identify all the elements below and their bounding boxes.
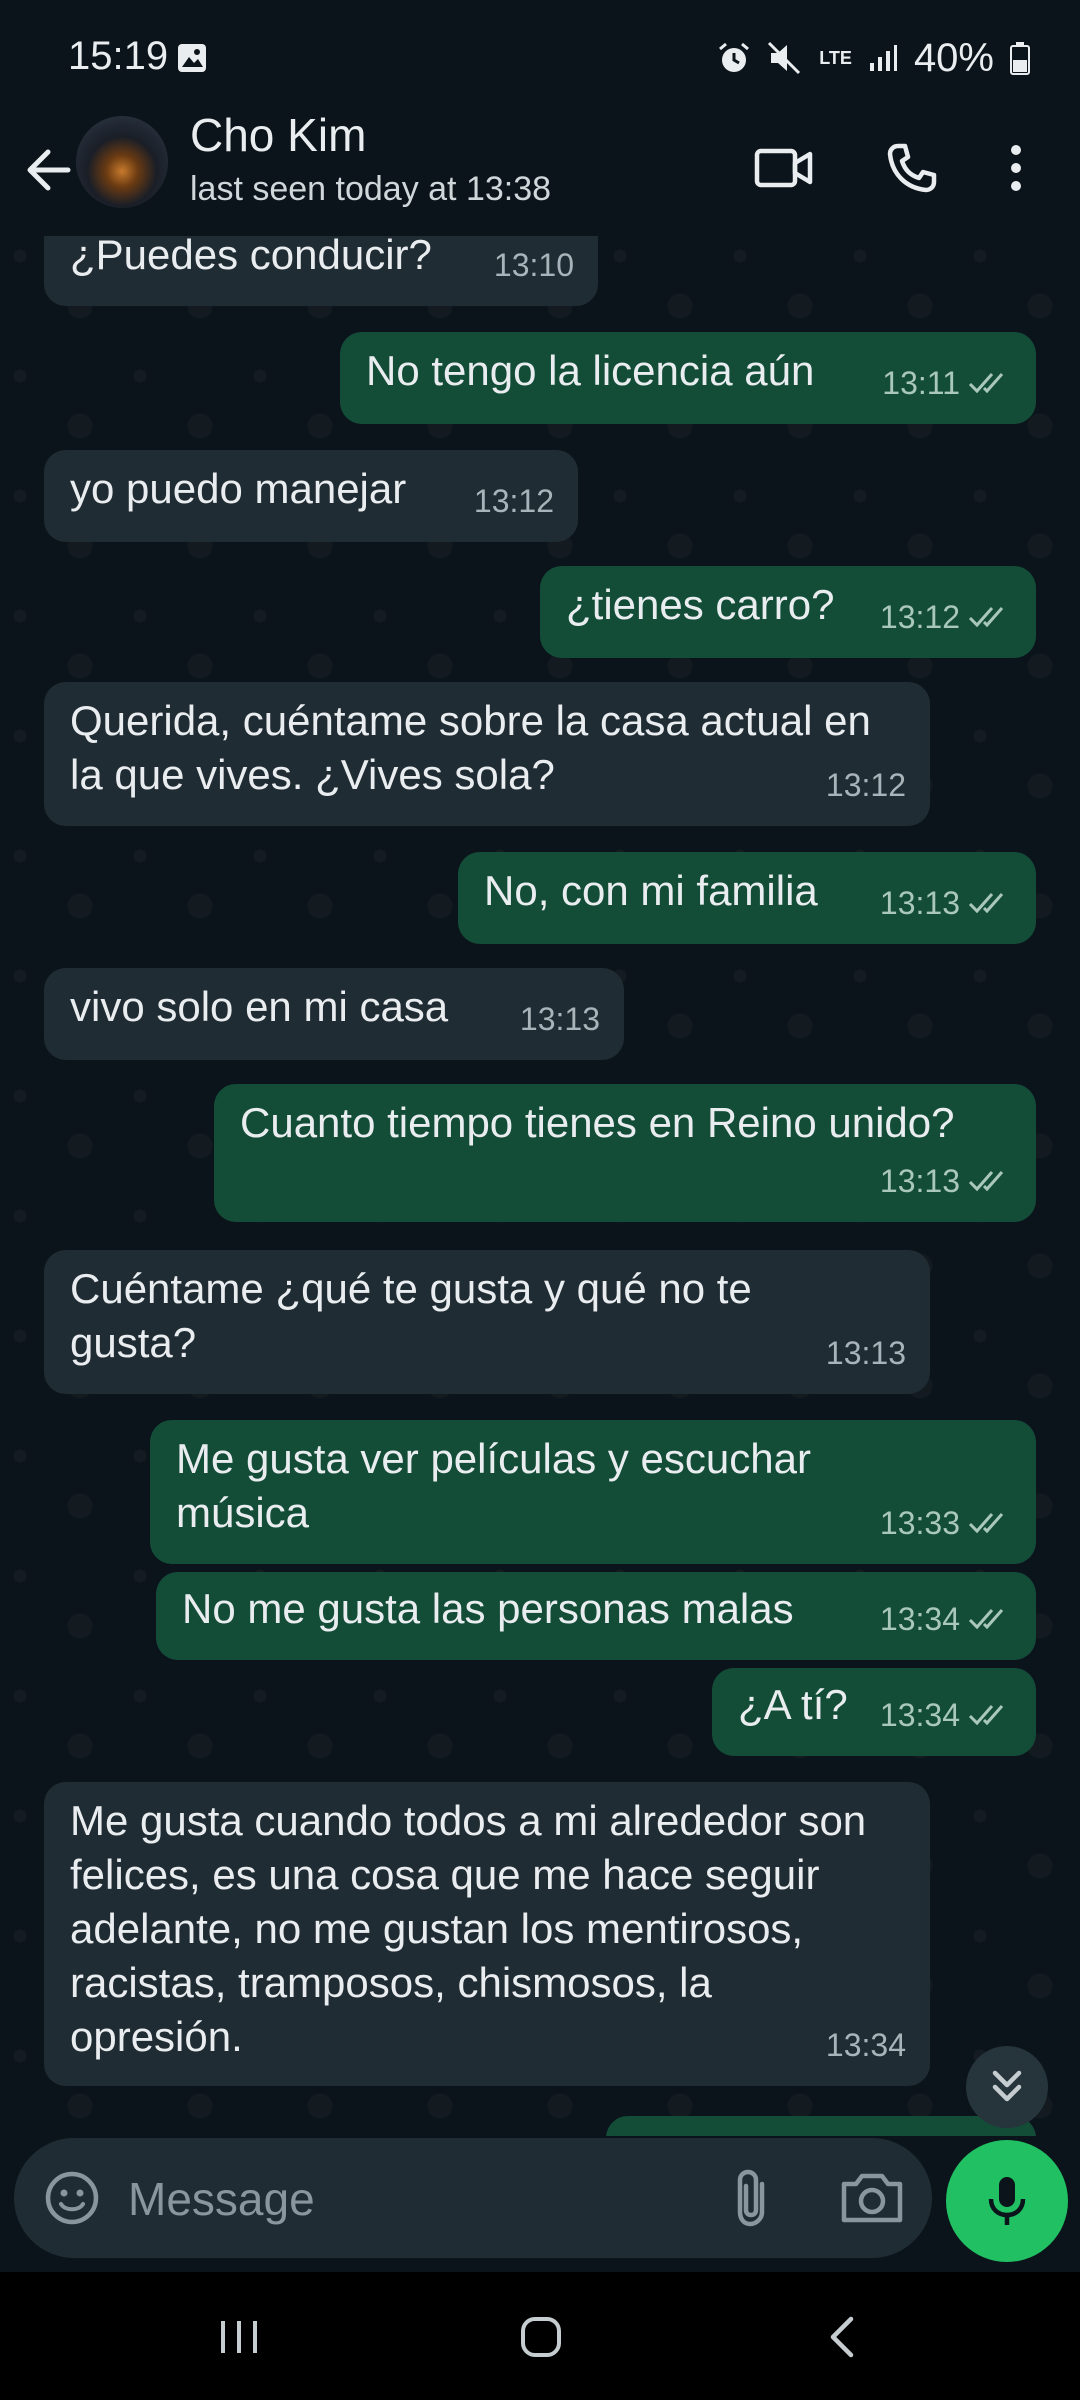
emoji-icon[interactable] bbox=[38, 2164, 106, 2232]
battery-level: 40% bbox=[913, 35, 994, 80]
outgoing-message[interactable]: No me gusta las personas malas 13:34 bbox=[156, 1572, 1036, 1660]
video-call-icon bbox=[754, 148, 813, 188]
message-text: Me gusta cuando todos a mi alrededor son… bbox=[70, 1797, 867, 2060]
incoming-message[interactable]: yo puedo manejar 13:12 bbox=[44, 450, 578, 542]
system-navigation-bar bbox=[0, 2272, 1080, 2400]
network-type: LTE bbox=[819, 48, 852, 68]
phone-icon bbox=[887, 143, 937, 193]
paperclip-icon[interactable] bbox=[720, 2164, 788, 2232]
message-time: 13:34 bbox=[825, 2027, 906, 2063]
incoming-message[interactable]: Querida, cuéntame sobre la casa actual e… bbox=[44, 682, 930, 826]
nav-back-icon bbox=[830, 2316, 854, 2358]
message-text: Me gusta ver películas y escuchar música bbox=[176, 1435, 811, 1536]
video-call-button[interactable] bbox=[748, 132, 820, 204]
voice-call-button[interactable] bbox=[876, 132, 948, 204]
chat-header: Cho Kim last seen today at 13:38 bbox=[0, 109, 1080, 236]
message-time: 13:13 bbox=[825, 1335, 906, 1371]
alarm-icon bbox=[719, 42, 750, 72]
read-receipt-icon bbox=[968, 893, 1004, 914]
read-receipt-icon bbox=[968, 1513, 1004, 1534]
contact-name[interactable]: Cho Kim bbox=[190, 108, 366, 162]
message-time: 13:34 bbox=[879, 1601, 960, 1637]
battery-icon bbox=[1010, 42, 1030, 75]
outgoing-message[interactable]: No, con mi familia 13:13 bbox=[458, 852, 1036, 944]
signal-icon bbox=[869, 45, 897, 71]
status-bar: 15:19 LTE 40% bbox=[0, 0, 1080, 118]
home-button[interactable] bbox=[506, 2302, 576, 2372]
recents-button[interactable] bbox=[204, 2302, 274, 2372]
outgoing-message-partial[interactable] bbox=[606, 2116, 1036, 2136]
avatar[interactable] bbox=[76, 116, 168, 208]
message-text: Cuéntame ¿qué te gusta y qué no te gusta… bbox=[70, 1265, 752, 1366]
last-seen-status[interactable]: last seen today at 13:38 bbox=[190, 170, 551, 209]
message-time: 13:13 bbox=[879, 1163, 960, 1199]
message-time: 13:12 bbox=[473, 483, 554, 519]
message-time: 13:13 bbox=[519, 1001, 600, 1037]
back-button[interactable] bbox=[808, 2302, 878, 2372]
message-input[interactable] bbox=[126, 2168, 690, 2230]
message-time: 13:12 bbox=[879, 599, 960, 635]
outgoing-message[interactable]: Cuanto tiempo tienes en Reino unido? 13:… bbox=[214, 1084, 1036, 1222]
read-receipt-icon bbox=[968, 1609, 1004, 1630]
recents-icon bbox=[221, 2321, 257, 2353]
message-time: 13:12 bbox=[825, 767, 906, 803]
read-receipt-icon bbox=[968, 1171, 1004, 1192]
status-time: 15:19 bbox=[68, 34, 169, 78]
message-list[interactable]: ¿Puedes conducir? 13:10 No tengo la lice… bbox=[0, 236, 1080, 2136]
outgoing-message[interactable]: No tengo la licencia aún 13:11 bbox=[340, 332, 1036, 424]
incoming-message[interactable]: vivo solo en mi casa 13:13 bbox=[44, 968, 624, 1060]
incoming-message[interactable]: Me gusta cuando todos a mi alrededor son… bbox=[44, 1782, 930, 2086]
incoming-message[interactable]: Cuéntame ¿qué te gusta y qué no te gusta… bbox=[44, 1250, 930, 1394]
voice-message-button[interactable] bbox=[946, 2140, 1068, 2262]
home-icon bbox=[521, 2317, 561, 2357]
overflow-menu-button[interactable] bbox=[986, 132, 1046, 204]
more-vert-icon bbox=[1011, 145, 1021, 191]
read-receipt-icon bbox=[968, 607, 1004, 628]
outgoing-message[interactable]: ¿tienes carro? 13:12 bbox=[540, 566, 1036, 658]
mute-icon bbox=[768, 41, 801, 75]
message-time: 13:11 bbox=[882, 365, 960, 401]
outgoing-message[interactable]: ¿A tí? 13:34 bbox=[712, 1668, 1036, 1756]
outgoing-message[interactable]: Me gusta ver películas y escuchar música… bbox=[150, 1420, 1036, 1564]
message-composer bbox=[14, 2138, 932, 2258]
mic-icon bbox=[988, 2177, 1026, 2225]
message-text: vivo solo en mi casa bbox=[70, 983, 449, 1030]
incoming-message[interactable]: ¿Puedes conducir? 13:10 bbox=[44, 236, 598, 306]
message-text: Cuanto tiempo tienes en Reino unido? bbox=[240, 1099, 955, 1146]
read-receipt-icon bbox=[968, 1705, 1004, 1726]
message-text: Querida, cuéntame sobre la casa actual e… bbox=[70, 697, 871, 798]
message-time: 13:13 bbox=[879, 885, 960, 921]
message-time: 13:10 bbox=[493, 247, 574, 283]
double-chevron-down-icon bbox=[992, 2070, 1022, 2102]
arrow-left-icon[interactable] bbox=[18, 138, 82, 202]
scroll-to-bottom-button[interactable] bbox=[966, 2046, 1048, 2128]
camera-icon[interactable] bbox=[836, 2164, 908, 2232]
read-receipt-icon bbox=[968, 373, 1004, 394]
status-icons: LTE 40% bbox=[717, 34, 1030, 82]
message-time: 13:34 bbox=[879, 1697, 960, 1733]
message-time: 13:33 bbox=[879, 1505, 960, 1541]
gallery-notification-icon bbox=[178, 44, 206, 72]
